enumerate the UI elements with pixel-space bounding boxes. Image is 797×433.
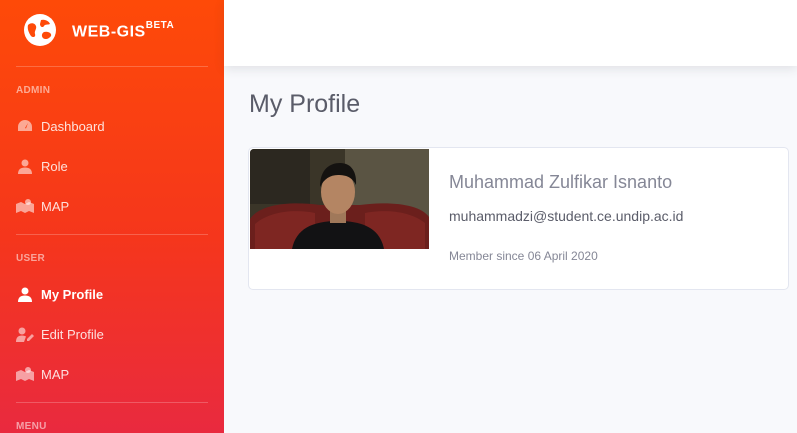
sidebar: WEB-GISBETA ADMIN Dashboard Role MAP USE… xyxy=(0,0,224,433)
sidebar-divider xyxy=(16,402,208,403)
profile-photo xyxy=(250,149,429,249)
sidebar-item-role[interactable]: Role xyxy=(16,154,68,178)
sidebar-item-label: Dashboard xyxy=(41,118,105,134)
profile-email: muhammadzi@student.ce.undip.ac.id xyxy=(449,208,684,224)
sidebar-divider xyxy=(16,234,208,235)
sidebar-item-my-profile[interactable]: My Profile xyxy=(16,282,103,306)
globe-icon xyxy=(24,14,56,46)
map-marked-icon xyxy=(16,366,34,382)
brand-beta: BETA xyxy=(145,20,175,31)
page-title: My Profile xyxy=(249,90,361,118)
user-icon xyxy=(16,158,34,174)
sidebar-item-label: My Profile xyxy=(41,286,104,302)
user-icon xyxy=(16,286,34,302)
sidebar-item-map-admin[interactable]: MAP xyxy=(16,194,69,218)
user-edit-icon xyxy=(16,326,34,342)
sidebar-item-label: Role xyxy=(41,158,68,174)
sidebar-item-dashboard[interactable]: Dashboard xyxy=(16,114,105,138)
brand-name: WEB-GISBETA xyxy=(72,20,175,41)
sidebar-item-label: MAP xyxy=(41,198,70,214)
sidebar-heading-user: USER xyxy=(16,253,45,264)
sidebar-heading-admin: ADMIN xyxy=(16,85,51,96)
tachometer-icon xyxy=(16,118,34,134)
profile-member-since: Member since 06 April 2020 xyxy=(449,249,598,263)
map-marked-icon xyxy=(16,198,34,214)
sidebar-heading-menu: MENU xyxy=(16,421,47,432)
sidebar-item-edit-profile[interactable]: Edit Profile xyxy=(16,322,104,346)
brand[interactable]: WEB-GISBETA xyxy=(0,0,224,66)
topbar xyxy=(224,0,797,66)
sidebar-item-map-user[interactable]: MAP xyxy=(16,362,69,386)
profile-name: Muhammad Zulfikar Isnanto xyxy=(449,172,673,192)
sidebar-item-label: MAP xyxy=(41,366,70,382)
sidebar-divider xyxy=(16,66,208,67)
profile-card: Muhammad Zulfikar Isnanto muhammadzi@stu… xyxy=(248,147,789,290)
sidebar-item-label: Edit Profile xyxy=(41,326,104,342)
